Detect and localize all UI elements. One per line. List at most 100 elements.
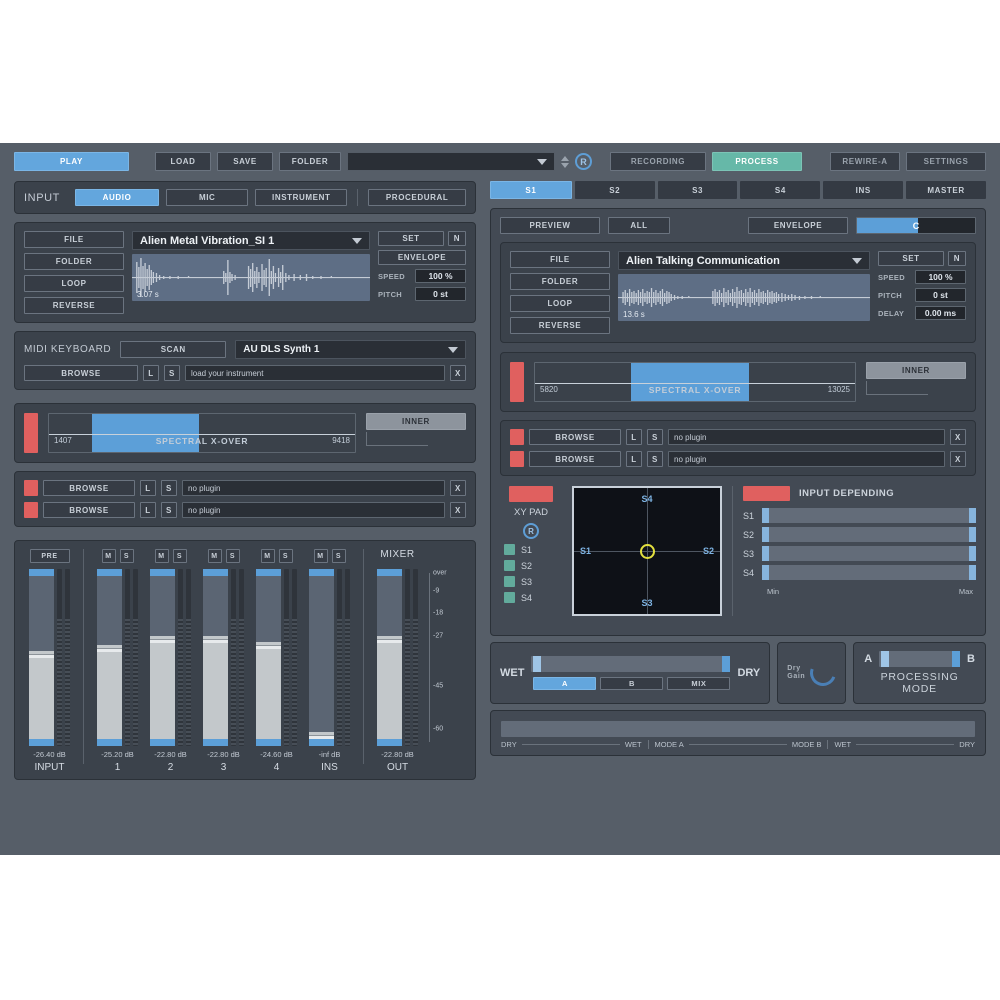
plugin-enable-toggle[interactable] xyxy=(510,429,524,445)
left-waveform-display[interactable]: 3.07 s xyxy=(132,254,370,301)
speed-value[interactable]: 100 % xyxy=(415,269,466,283)
left-spectral-slider[interactable]: SPECTRAL X-OVER 1407 9418 xyxy=(48,413,356,453)
channel-fader[interactable] xyxy=(256,569,281,746)
plugin-name-field[interactable]: no plugin xyxy=(182,502,445,518)
xy-pad-handle[interactable] xyxy=(640,544,655,559)
instrument-dropdown[interactable]: AU DLS Synth 1 xyxy=(235,340,466,359)
right-waveform-display[interactable]: 13.6 s xyxy=(618,274,870,321)
recording-button[interactable]: RECORDING xyxy=(610,152,706,171)
instrument-path-field[interactable]: load your instrument xyxy=(185,365,445,381)
c-slider[interactable]: C xyxy=(856,217,976,234)
preset-dropdown[interactable] xyxy=(347,152,555,171)
play-button[interactable]: PLAY xyxy=(14,152,129,171)
procedural-button[interactable]: PROCEDURAL xyxy=(368,189,466,206)
right-spectral-enable-toggle[interactable] xyxy=(510,362,524,402)
plugin-browse-button[interactable]: BROWSE xyxy=(529,451,621,467)
plugin-name-field[interactable]: no plugin xyxy=(182,480,445,496)
folder-button-sample[interactable]: FOLDER xyxy=(24,253,124,270)
save-button[interactable]: SAVE xyxy=(217,152,273,171)
xy-randomize-icon[interactable]: R xyxy=(523,523,539,539)
plugin-save-button[interactable]: S xyxy=(647,451,663,467)
plugin-clear-button[interactable]: X xyxy=(450,480,466,496)
wet-dry-mode-a[interactable]: A xyxy=(533,677,596,690)
midi-browse-button[interactable]: BROWSE xyxy=(24,365,138,381)
plugin-name-field[interactable]: no plugin xyxy=(668,429,945,445)
file-button[interactable]: FILE xyxy=(24,231,124,248)
channel-fader[interactable] xyxy=(203,569,228,746)
dry-gain-knob[interactable] xyxy=(806,656,841,691)
tab-ins[interactable]: INS xyxy=(823,181,903,199)
folder-button[interactable]: FOLDER xyxy=(279,152,341,171)
rewire-button[interactable]: REWIRE-A xyxy=(830,152,900,171)
wet-dry-slider[interactable] xyxy=(531,656,730,672)
speed-value[interactable]: 100 % xyxy=(915,270,966,284)
channel-fader[interactable] xyxy=(377,569,402,746)
scan-button[interactable]: SCAN xyxy=(120,341,226,358)
loop-button[interactable]: LOOP xyxy=(24,275,124,292)
xy-legend-item[interactable]: S3 xyxy=(500,576,562,587)
solo-button[interactable]: S xyxy=(120,549,134,563)
plugin-save-button[interactable]: S xyxy=(161,502,177,518)
preview-button[interactable]: PREVIEW xyxy=(500,217,600,234)
xy-legend-item[interactable]: S1 xyxy=(500,544,562,555)
plugin-clear-button[interactable]: X xyxy=(950,451,966,467)
set-button[interactable]: SET xyxy=(878,251,944,266)
mute-button[interactable]: M xyxy=(261,549,275,563)
plugin-enable-toggle[interactable] xyxy=(510,451,524,467)
right-spectral-slider[interactable]: SPECTRAL X-OVER 5820 13025 xyxy=(534,362,856,402)
solo-button[interactable]: S xyxy=(332,549,346,563)
plugin-name-field[interactable]: no plugin xyxy=(668,451,945,467)
pitch-value[interactable]: 0 st xyxy=(415,287,466,301)
n-button[interactable]: N xyxy=(948,251,966,266)
channel-fader[interactable] xyxy=(150,569,175,746)
pitch-value[interactable]: 0 st xyxy=(915,288,966,302)
preset-stepper[interactable] xyxy=(561,156,569,168)
plugin-save-button[interactable]: S xyxy=(161,480,177,496)
mute-button[interactable]: M xyxy=(314,549,328,563)
midi-load-button[interactable]: L xyxy=(143,365,159,381)
input-depending-range-slider[interactable] xyxy=(762,546,976,561)
plugin-save-button[interactable]: S xyxy=(647,429,663,445)
xy-pad-enable-toggle[interactable] xyxy=(509,486,553,502)
tab-s2[interactable]: S2 xyxy=(575,181,655,199)
channel-fader[interactable] xyxy=(309,569,334,746)
pre-button[interactable]: PRE xyxy=(30,549,70,563)
global-mix-slider[interactable] xyxy=(501,721,975,737)
random-preset-icon[interactable]: R xyxy=(575,153,592,170)
tab-s3[interactable]: S3 xyxy=(658,181,738,199)
tab-s1[interactable]: S1 xyxy=(490,181,572,199)
xy-pad[interactable]: S4 S3 S1 S2 xyxy=(572,486,722,616)
input-tab-instrument[interactable]: INSTRUMENT xyxy=(255,189,347,206)
tab-s4[interactable]: S4 xyxy=(740,181,820,199)
right-sample-name-dropdown[interactable]: Alien Talking Communication xyxy=(618,251,870,270)
xy-legend-item[interactable]: S4 xyxy=(500,592,562,603)
plugin-clear-button[interactable]: X xyxy=(450,502,466,518)
envelope-button[interactable]: ENVELOPE xyxy=(378,250,466,265)
folder-button-sample[interactable]: FOLDER xyxy=(510,273,610,290)
load-button[interactable]: LOAD xyxy=(155,152,211,171)
plugin-clear-button[interactable]: X xyxy=(950,429,966,445)
xy-legend-item[interactable]: S2 xyxy=(500,560,562,571)
reverse-button[interactable]: REVERSE xyxy=(24,297,124,314)
plugin-enable-toggle[interactable] xyxy=(24,502,38,518)
settings-button[interactable]: SETTINGS xyxy=(906,152,986,171)
midi-clear-button[interactable]: X xyxy=(450,365,466,381)
process-button[interactable]: PROCESS xyxy=(712,152,802,171)
solo-button[interactable]: S xyxy=(226,549,240,563)
channel-fader[interactable] xyxy=(97,569,122,746)
plugin-load-button[interactable]: L xyxy=(626,451,642,467)
loop-button[interactable]: LOOP xyxy=(510,295,610,312)
plugin-browse-button[interactable]: BROWSE xyxy=(43,480,135,496)
right-inner-button[interactable]: INNER xyxy=(866,362,966,379)
mute-button[interactable]: M xyxy=(155,549,169,563)
plugin-load-button[interactable]: L xyxy=(140,502,156,518)
delay-value[interactable]: 0.00 ms xyxy=(915,306,966,320)
input-depending-range-slider[interactable] xyxy=(762,565,976,580)
input-depending-range-slider[interactable] xyxy=(762,508,976,523)
plugin-enable-toggle[interactable] xyxy=(24,480,38,496)
reverse-button[interactable]: REVERSE xyxy=(510,317,610,334)
right-envelope-button[interactable]: ENVELOPE xyxy=(748,217,848,234)
n-button[interactable]: N xyxy=(448,231,466,246)
solo-button[interactable]: S xyxy=(173,549,187,563)
plugin-load-button[interactable]: L xyxy=(626,429,642,445)
